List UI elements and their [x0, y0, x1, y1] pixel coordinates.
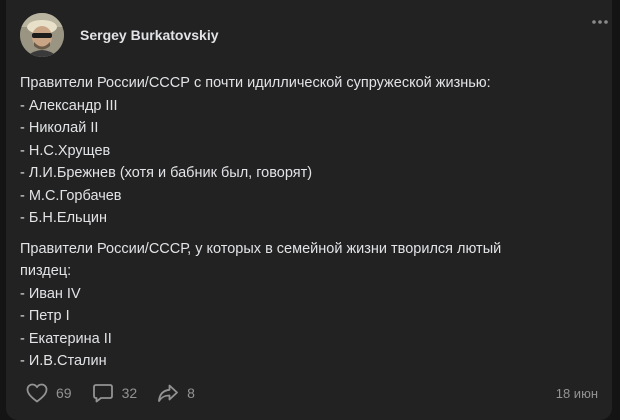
text-line: пиздец:: [20, 263, 72, 279]
post-footer: 69 32 8 18 июн: [26, 380, 598, 406]
text-line: - Иван IV: [20, 285, 81, 302]
more-horizontal-icon[interactable]: [590, 14, 610, 30]
heart-icon: [26, 383, 48, 403]
text-line: - Екатерина II: [20, 330, 112, 347]
text-line: - И.В.Сталин: [20, 353, 107, 369]
paragraph-2: Правители России/СССР, у которых в семей…: [20, 238, 600, 373]
text-line: Правители России/СССР с почти идиллическ…: [20, 75, 491, 91]
like-button[interactable]: 69: [26, 383, 72, 403]
avatar-image: [20, 13, 64, 57]
paragraph-1: Правители России/СССР с почти идиллическ…: [20, 72, 600, 230]
text-line: - Б.Н.Ельцин: [20, 210, 107, 226]
post-header: Sergey Burkatovskiy: [20, 13, 600, 57]
avatar[interactable]: [20, 13, 64, 57]
author-name[interactable]: Sergey Burkatovskiy: [80, 27, 219, 43]
post-date[interactable]: 18 июн: [556, 386, 598, 401]
text-line: - Л.И.Брежнев (хотя и бабник был, говоря…: [20, 165, 313, 181]
post-text: Правители России/СССР с почти идиллическ…: [20, 72, 600, 373]
share-button[interactable]: 8: [157, 383, 195, 403]
text-line: - Николай II: [20, 120, 99, 136]
share-icon: [157, 383, 179, 403]
comment-count: 32: [121, 385, 138, 401]
text-line: Правители России/СССР, у которых в семей…: [20, 240, 502, 257]
text-line: - Петр I: [20, 308, 70, 324]
text-line: - Н.С.Хрущев: [20, 142, 111, 159]
text-line: - М.С.Горбачев: [20, 187, 122, 204]
comment-icon: [92, 383, 114, 403]
post-card: Sergey Burkatovskiy Правители России/ССС…: [6, 0, 612, 420]
like-count: 69: [56, 385, 72, 401]
text-line: - Александр III: [20, 97, 118, 114]
comment-button[interactable]: 32: [92, 383, 138, 403]
share-count: 8: [187, 385, 195, 401]
